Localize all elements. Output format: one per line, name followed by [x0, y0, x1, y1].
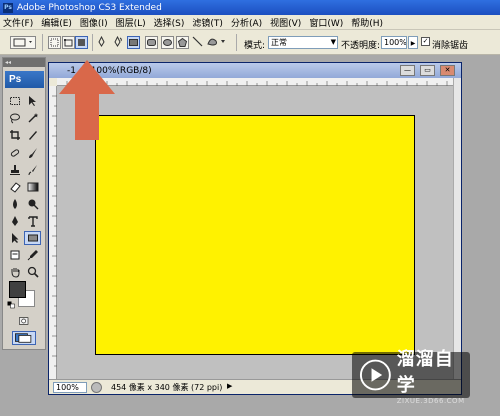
fill-pixels-icon[interactable]: [75, 36, 88, 49]
ellipse-icon[interactable]: [161, 36, 174, 49]
ps-logo: Ps: [5, 71, 44, 88]
title-bar: Ps Adobe Photoshop CS3 Extended: [0, 0, 500, 15]
app-icon: Ps: [3, 2, 13, 13]
freeform-pen-icon[interactable]: [112, 36, 125, 49]
toolbox-panel: ◂◂ Ps: [2, 57, 46, 350]
minimize-icon[interactable]: —: [400, 65, 415, 76]
watermark-badge: 溜溜自学 ZIXUE.3D66.COM: [352, 349, 470, 405]
gradient-tool-icon[interactable]: [24, 180, 41, 194]
toolbox-header[interactable]: ◂◂: [3, 58, 45, 67]
opacity-value: 100%: [384, 38, 407, 47]
vertical-ruler: [49, 86, 57, 380]
screen-mode-icon[interactable]: [12, 331, 36, 345]
menu-image[interactable]: 图像(I): [80, 16, 108, 29]
play-logo-icon: [359, 359, 391, 391]
menu-view[interactable]: 视图(V): [270, 16, 301, 29]
antialias-label: 消除锯齿: [432, 41, 469, 51]
document-size-info: 454 像素 x 340 像素 (72 ppi): [111, 383, 223, 392]
pen-tool-icon[interactable]: [6, 214, 23, 228]
ruler-ticks-vertical: [52, 95, 57, 367]
watermark-url: ZIXUE.3D66.COM: [396, 397, 465, 405]
shape-layers-icon[interactable]: [48, 36, 61, 49]
zoom-tool-icon[interactable]: [24, 265, 41, 279]
vertical-scrollbar[interactable]: [453, 78, 461, 380]
zoom-level-field[interactable]: 100%: [53, 382, 87, 393]
line-icon[interactable]: [192, 36, 205, 49]
menu-file[interactable]: 文件(F): [3, 16, 33, 29]
path-selection-icon[interactable]: [6, 231, 23, 245]
slice-tool-icon[interactable]: [24, 128, 41, 142]
clone-stamp-icon[interactable]: [6, 163, 23, 177]
foreground-color-swatch-front[interactable]: [9, 281, 26, 298]
menu-edit[interactable]: 编辑(E): [41, 16, 72, 29]
maximize-icon[interactable]: ▭: [420, 65, 435, 76]
eraser-tool-icon[interactable]: [6, 180, 23, 194]
rectangle-tool-icon[interactable]: [127, 36, 140, 49]
status-menu-arrow-icon[interactable]: ▶: [227, 382, 232, 390]
pen-icon[interactable]: [96, 36, 109, 49]
marquee-tool-icon[interactable]: [6, 94, 23, 108]
notes-tool-icon[interactable]: [6, 248, 23, 262]
menu-bar: 文件(F) 编辑(E) 图像(I) 图层(L) 选择(S) 滤镜(T) 分析(A…: [0, 15, 500, 30]
history-brush-icon[interactable]: [24, 163, 41, 177]
opacity-label: 不透明度:: [341, 41, 381, 51]
lasso-tool-icon[interactable]: [6, 111, 23, 125]
opacity-slider-button[interactable]: ▶: [408, 36, 418, 49]
yellow-canvas[interactable]: [95, 115, 415, 355]
quick-mask-icon[interactable]: [15, 315, 33, 327]
close-icon[interactable]: ✕: [440, 65, 455, 76]
mode-label: 模式:: [244, 41, 266, 51]
rectangle-shape-tool-icon[interactable]: [24, 231, 41, 245]
default-colors-icon[interactable]: [7, 301, 16, 309]
rounded-rectangle-icon[interactable]: [145, 36, 158, 49]
menu-layer[interactable]: 图层(L): [116, 16, 146, 29]
blend-mode-value: 正常: [271, 38, 287, 47]
menu-window[interactable]: 窗口(W): [309, 16, 343, 29]
watermark-name: 溜溜自学: [396, 349, 454, 396]
pointer-arrow-annotation: [59, 60, 115, 140]
opacity-input[interactable]: 100%: [381, 36, 407, 49]
app-title: Adobe Photoshop CS3 Extended: [17, 2, 162, 13]
watermark-text: 溜溜自学 ZIXUE.3D66.COM: [397, 345, 470, 405]
hand-tool-icon[interactable]: [6, 265, 23, 279]
status-info-icon[interactable]: [91, 382, 102, 393]
blur-tool-icon[interactable]: [6, 197, 23, 211]
dodge-tool-icon[interactable]: [24, 197, 41, 211]
magic-wand-icon[interactable]: [24, 111, 41, 125]
polygon-icon[interactable]: [176, 36, 189, 49]
antialias-checkbox[interactable]: ✓: [421, 37, 430, 46]
blend-mode-select[interactable]: 正常 ▼: [268, 36, 338, 49]
custom-shape-icon[interactable]: [207, 36, 229, 49]
eyedropper-icon[interactable]: [24, 248, 41, 262]
tool-preset-picker[interactable]: [10, 36, 36, 49]
menu-select[interactable]: 选择(S): [154, 16, 185, 29]
chevron-down-icon: ▼: [330, 38, 336, 46]
type-tool-icon[interactable]: [24, 214, 41, 228]
healing-brush-icon[interactable]: [6, 146, 23, 160]
brush-tool-icon[interactable]: [24, 146, 41, 160]
triangle-right-icon: ▶: [410, 40, 416, 47]
paths-icon[interactable]: [62, 36, 75, 49]
move-tool-icon[interactable]: [24, 94, 41, 108]
menu-filter[interactable]: 滤镜(T): [192, 16, 223, 29]
crop-tool-icon[interactable]: [6, 128, 23, 142]
menu-analysis[interactable]: 分析(A): [231, 16, 262, 29]
menu-help[interactable]: 帮助(H): [351, 16, 383, 29]
options-bar: 模式: 正常 ▼ 不透明度: 100% ▶ ✓ 消除锯齿: [0, 30, 500, 55]
